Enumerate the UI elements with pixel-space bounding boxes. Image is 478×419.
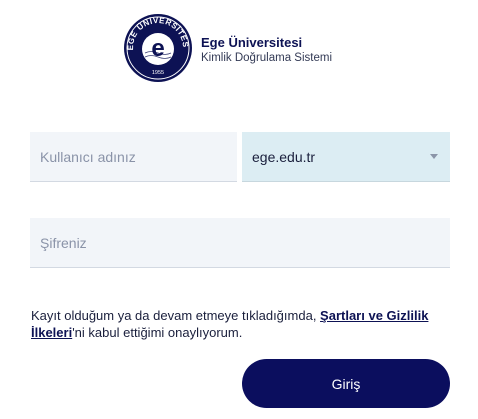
terms-suffix: 'ni kabul ettiğimi onaylıyorum. <box>72 325 243 340</box>
login-page: EGE ÜNİVERSİTESİ e 1955 Ege Üniversitesi… <box>0 0 478 419</box>
terms-notice: Kayıt olduğum ya da devam etmeye tıkladı… <box>31 307 451 341</box>
terms-prefix: Kayıt olduğum ya da devam etmeye tıkladı… <box>31 308 321 323</box>
chevron-down-icon <box>430 154 438 159</box>
domain-select-value: ege.edu.tr <box>252 148 316 165</box>
brand-block: Ege Üniversitesi Kimlik Doğrulama Sistem… <box>201 35 332 66</box>
logo-letter: e <box>151 35 164 62</box>
brand-subtitle: Kimlik Doğrulama Sistemi <box>201 52 333 64</box>
username-input[interactable] <box>30 132 237 182</box>
domain-select[interactable]: ege.edu.tr <box>242 132 450 182</box>
university-logo: EGE ÜNİVERSİTESİ e 1955 <box>123 13 192 82</box>
login-button[interactable]: Giriş <box>242 359 450 408</box>
brand-title: Ege Üniversitesi <box>201 35 303 50</box>
logo-year: 1955 <box>152 70 164 76</box>
password-input[interactable] <box>30 218 450 268</box>
